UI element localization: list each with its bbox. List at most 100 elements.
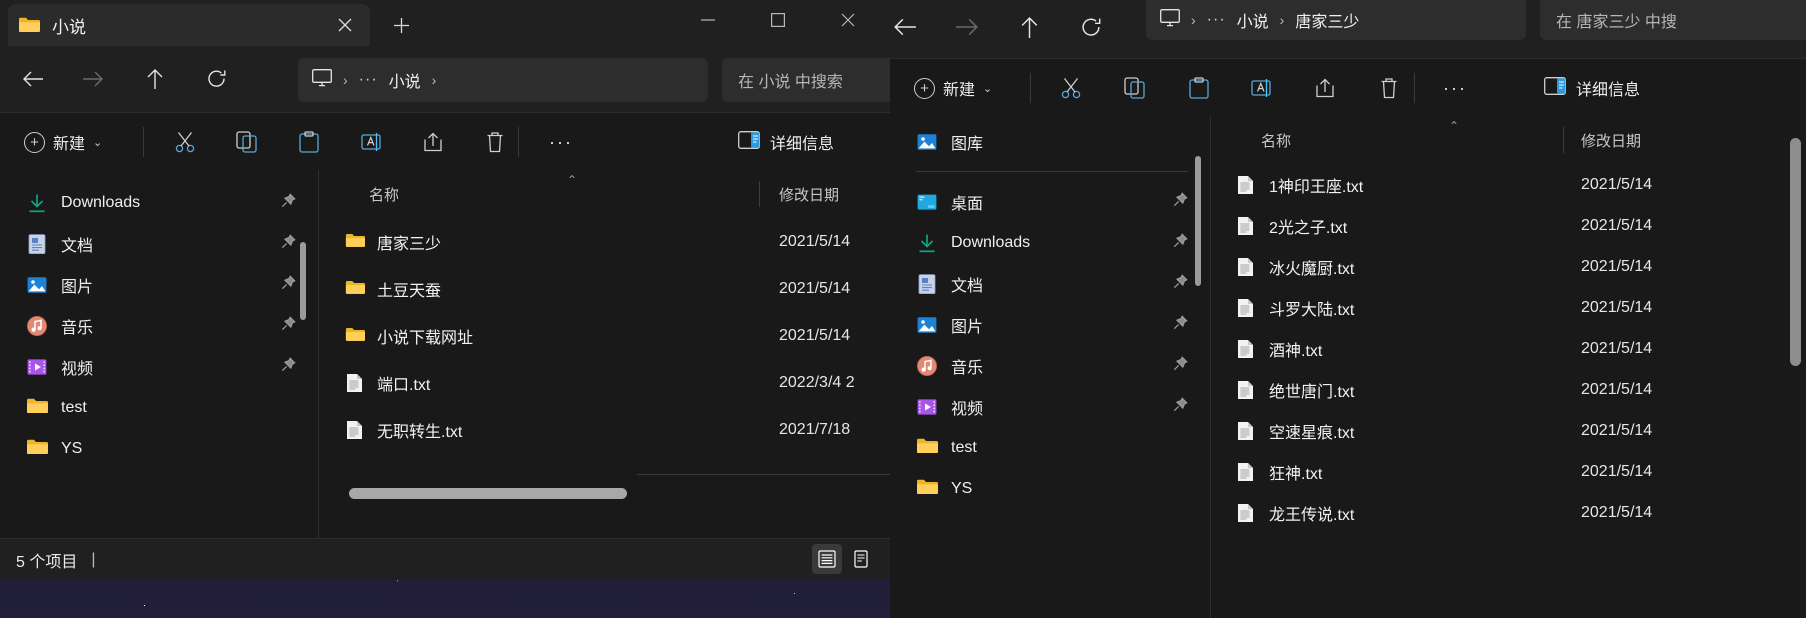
sidebar-item-ys[interactable]: YS xyxy=(890,468,1210,509)
table-row[interactable]: 唐家三少 2021/5/14 xyxy=(319,218,890,265)
sidebar-item-test[interactable]: test xyxy=(0,387,318,428)
up-button[interactable] xyxy=(1008,6,1050,48)
pin-icon[interactable] xyxy=(1173,314,1188,335)
column-header-date[interactable]: 修改日期 xyxy=(779,184,839,205)
table-row[interactable]: 无职转生.txt 2021/7/18 xyxy=(319,406,890,453)
cut-button[interactable] xyxy=(1048,71,1094,105)
breadcrumb-overflow-icon[interactable]: ··· xyxy=(359,71,378,89)
column-divider[interactable] xyxy=(1563,127,1564,153)
up-button[interactable] xyxy=(134,58,176,100)
sidebar-item-music[interactable]: 音乐 xyxy=(0,305,318,346)
sidebar-item-downloads[interactable]: Downloads xyxy=(0,182,318,223)
pin-icon[interactable] xyxy=(1173,273,1188,294)
window-close-button[interactable] xyxy=(822,0,874,40)
horizontal-scrollbar-thumb[interactable] xyxy=(349,488,627,499)
refresh-button[interactable] xyxy=(1070,6,1112,48)
rename-button[interactable] xyxy=(1238,71,1284,105)
details-view-button[interactable] xyxy=(846,544,876,574)
more-options-button[interactable]: ··· xyxy=(1432,71,1478,105)
sidebar-item-test[interactable]: test xyxy=(890,427,1210,468)
close-icon[interactable] xyxy=(330,10,360,40)
pin-icon[interactable] xyxy=(281,315,296,336)
list-view-button[interactable] xyxy=(812,544,842,574)
back-button[interactable] xyxy=(890,6,926,48)
back-button[interactable] xyxy=(12,58,54,100)
new-tab-button[interactable] xyxy=(385,10,417,40)
table-row[interactable]: 斗罗大陆.txt 2021/5/14 xyxy=(1211,287,1806,328)
rename-button[interactable] xyxy=(348,125,394,159)
new-button[interactable]: + 新建 ⌄ xyxy=(16,125,110,159)
column-header-date[interactable]: 修改日期 xyxy=(1581,130,1641,151)
column-divider[interactable] xyxy=(759,181,760,207)
more-options-button[interactable]: ··· xyxy=(538,125,584,159)
delete-button[interactable] xyxy=(1366,71,1412,105)
table-row[interactable]: 小说下载网址 2021/5/14 xyxy=(319,312,890,359)
sidebar-item-music[interactable]: 音乐 xyxy=(890,345,1210,386)
paste-button[interactable] xyxy=(1176,71,1222,105)
paste-button[interactable] xyxy=(286,125,332,159)
pin-icon[interactable] xyxy=(281,233,296,254)
address-bar[interactable]: › ··· 小说 › xyxy=(298,58,708,102)
table-row[interactable]: 空速星痕.txt 2021/5/14 xyxy=(1211,410,1806,451)
refresh-button[interactable] xyxy=(196,58,238,100)
details-pane-button[interactable]: 详细信息 xyxy=(738,125,834,159)
column-header-name[interactable]: 名称 xyxy=(369,184,399,205)
copy-button[interactable] xyxy=(224,125,270,159)
sidebar-scrollbar-thumb[interactable] xyxy=(300,242,306,320)
tab-xiaoshuo[interactable]: 小说 xyxy=(8,4,370,46)
sidebar-item-videos[interactable]: 视频 xyxy=(890,386,1210,427)
window1-sidebar[interactable]: Downloads 文档 图片 音乐 视频 test YS xyxy=(0,170,318,538)
delete-button[interactable] xyxy=(472,125,518,159)
forward-button[interactable] xyxy=(72,58,114,100)
sidebar-item-videos[interactable]: 视频 xyxy=(0,346,318,387)
sidebar-scrollbar-thumb[interactable] xyxy=(1195,156,1201,286)
table-row[interactable]: 土豆天蚕 2021/5/14 xyxy=(319,265,890,312)
sidebar-item-pictures[interactable]: 图片 xyxy=(890,304,1210,345)
table-row[interactable]: 1神印王座.txt 2021/5/14 xyxy=(1211,164,1806,205)
new-button[interactable]: + 新建 ⌄ xyxy=(906,71,1000,105)
pin-icon[interactable] xyxy=(1173,355,1188,376)
share-button[interactable] xyxy=(410,125,456,159)
maximize-button[interactable] xyxy=(752,0,804,40)
breadcrumb-item-0[interactable]: 小说 xyxy=(389,68,421,92)
pin-icon[interactable] xyxy=(281,356,296,377)
search-box[interactable]: 在 唐家三少 中搜 xyxy=(1540,0,1806,40)
sidebar-item-gallery[interactable]: 图库 xyxy=(890,121,1210,162)
table-row[interactable]: 冰火魔厨.txt 2021/5/14 xyxy=(1211,246,1806,287)
sidebar-item-ys[interactable]: YS xyxy=(0,428,318,469)
table-row[interactable]: 绝世唐门.txt 2021/5/14 xyxy=(1211,369,1806,410)
this-pc-icon[interactable] xyxy=(312,68,332,92)
sidebar-item-pictures[interactable]: 图片 xyxy=(0,264,318,305)
sidebar-item-documents[interactable]: 文档 xyxy=(0,223,318,264)
table-row[interactable]: 端口.txt 2022/3/4 2 xyxy=(319,359,890,406)
search-box[interactable]: 在 小说 中搜索 xyxy=(722,58,890,102)
forward-button[interactable] xyxy=(946,6,988,48)
folder-icon xyxy=(345,326,365,346)
breadcrumb-separator-end[interactable]: › xyxy=(432,72,437,88)
sidebar-item-desktop[interactable]: 桌面 xyxy=(890,181,1210,222)
table-row[interactable]: 2光之子.txt 2021/5/14 xyxy=(1211,205,1806,246)
this-pc-icon[interactable] xyxy=(1160,8,1180,32)
vertical-scrollbar-thumb[interactable] xyxy=(1790,138,1801,366)
share-button[interactable] xyxy=(1302,71,1348,105)
sidebar-item-documents[interactable]: 文档 xyxy=(890,263,1210,304)
minimize-button[interactable] xyxy=(682,0,734,40)
breadcrumb-overflow-icon[interactable]: ··· xyxy=(1207,11,1226,29)
window2-sidebar[interactable]: 图库 桌面 Downloads 文档 图片 音乐 视频 test YS xyxy=(890,116,1210,618)
pin-icon[interactable] xyxy=(1173,396,1188,417)
pin-icon[interactable] xyxy=(281,192,296,213)
pin-icon[interactable] xyxy=(1173,191,1188,212)
table-row[interactable]: 龙王传说.txt 2021/5/14 xyxy=(1211,492,1806,533)
details-pane-button[interactable]: 详细信息 xyxy=(1544,71,1640,105)
copy-button[interactable] xyxy=(1112,71,1158,105)
pin-icon[interactable] xyxy=(1173,232,1188,253)
cut-button[interactable] xyxy=(162,125,208,159)
address-bar[interactable]: › ··· 小说 › 唐家三少 xyxy=(1146,0,1526,40)
breadcrumb-item-0[interactable]: 小说 xyxy=(1237,8,1269,32)
column-header-name[interactable]: 名称 xyxy=(1261,130,1291,151)
sidebar-item-downloads[interactable]: Downloads xyxy=(890,222,1210,263)
table-row[interactable]: 狂神.txt 2021/5/14 xyxy=(1211,451,1806,492)
pin-icon[interactable] xyxy=(281,274,296,295)
breadcrumb-item-1[interactable]: 唐家三少 xyxy=(1295,8,1359,32)
table-row[interactable]: 酒神.txt 2021/5/14 xyxy=(1211,328,1806,369)
